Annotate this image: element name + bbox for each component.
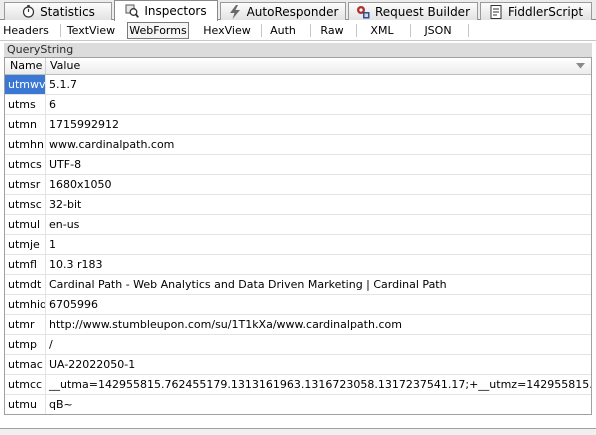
- param-name-cell[interactable]: utmp: [5, 335, 46, 354]
- magnifier-icon: [125, 4, 140, 18]
- param-name-cell[interactable]: utmn: [5, 115, 46, 134]
- table-row[interactable]: utmr http://www.stumbleupon.com/su/1T1kXa…: [5, 315, 591, 335]
- param-value-cell[interactable]: 6: [46, 95, 591, 114]
- script-icon: [489, 4, 503, 19]
- tab-request-builder[interactable]: Request Builder: [348, 2, 478, 20]
- sort-arrow-icon[interactable]: [575, 61, 585, 71]
- tab-textview[interactable]: TextView: [64, 22, 118, 39]
- tab-label: Statistics: [40, 4, 95, 19]
- param-value-cell[interactable]: /: [46, 335, 591, 354]
- table-row[interactable]: utmhn www.cardinalpath.com: [5, 135, 591, 155]
- tab-inspectors[interactable]: Inspectors: [114, 0, 218, 21]
- grid-header: Name Value: [5, 58, 591, 75]
- tab-auth[interactable]: Auth: [265, 22, 301, 39]
- table-row[interactable]: utmdt Cardinal Path - Web Analytics and D…: [5, 275, 591, 295]
- table-row[interactable]: utmwv 5.1.7: [5, 75, 591, 95]
- grid-rows: utmwv 5.1.7 utms 6 utmn 1715992912 utmhn www.ca…: [5, 75, 591, 414]
- param-name-cell[interactable]: utmr: [5, 315, 46, 334]
- tab-webforms[interactable]: WebForms: [127, 22, 189, 39]
- param-name-cell[interactable]: utmje: [5, 235, 46, 254]
- param-value-cell[interactable]: UA-22022050-1: [46, 355, 591, 374]
- tab-statistics[interactable]: Statistics: [4, 2, 112, 20]
- table-row[interactable]: utmsc 32-bit: [5, 195, 591, 215]
- table-row[interactable]: utmul en-us: [5, 215, 591, 235]
- lightning-icon: [228, 4, 242, 19]
- tab-json[interactable]: JSON: [416, 22, 460, 39]
- param-name-cell[interactable]: utmsr: [5, 175, 46, 194]
- param-name-cell[interactable]: utmac: [5, 355, 46, 374]
- querystring-section-title: QueryString: [4, 43, 592, 57]
- param-name-cell[interactable]: utms: [5, 95, 46, 114]
- tab-label: Inspectors: [144, 4, 207, 18]
- param-value-cell[interactable]: 1: [46, 235, 591, 254]
- table-row[interactable]: utmu qB~: [5, 395, 591, 414]
- tab-divider: [356, 24, 357, 37]
- table-row[interactable]: utmcc __utma=142955815.762455179.13131619…: [5, 375, 591, 395]
- param-value-cell[interactable]: www.cardinalpath.com: [46, 135, 591, 154]
- inspector-view-tabs: Headers TextView WebForms HexView Auth R…: [0, 20, 596, 41]
- column-header-value[interactable]: Value: [46, 58, 591, 74]
- param-value-cell[interactable]: http://www.stumbleupon.com/su/1T1kXa/www…: [46, 315, 591, 334]
- tab-label: FiddlerScript: [507, 4, 584, 19]
- param-value-cell[interactable]: 32-bit: [46, 195, 591, 214]
- param-name-cell[interactable]: utmfl: [5, 255, 46, 274]
- param-name-cell[interactable]: utmdt: [5, 275, 46, 294]
- param-name-cell[interactable]: utmsc: [5, 195, 46, 214]
- tab-headers[interactable]: Headers: [1, 22, 51, 39]
- param-name-cell[interactable]: utmcc: [5, 375, 46, 394]
- querystring-grid[interactable]: Name Value utmwv 5.1.7 utms 6 utmn 1715992912…: [4, 57, 592, 415]
- table-row[interactable]: utmje 1: [5, 235, 591, 255]
- param-name-cell[interactable]: utmhid: [5, 295, 46, 314]
- param-value-cell[interactable]: qB~: [46, 395, 591, 414]
- tab-divider: [310, 24, 311, 37]
- table-row[interactable]: utmhid 6705996: [5, 295, 591, 315]
- param-value-cell[interactable]: Cardinal Path - Web Analytics and Data D…: [46, 275, 591, 294]
- tab-hexview[interactable]: HexView: [200, 22, 254, 39]
- param-value-cell[interactable]: __utma=142955815.762455179.1313161963.13…: [46, 375, 591, 394]
- param-value-cell[interactable]: 1715992912: [46, 115, 591, 134]
- table-row[interactable]: utmp /: [5, 335, 591, 355]
- tab-divider: [261, 24, 262, 37]
- tab-raw[interactable]: Raw: [314, 22, 350, 39]
- table-row[interactable]: utmn 1715992912: [5, 115, 591, 135]
- builder-icon: [356, 5, 370, 19]
- stopwatch-icon: [21, 5, 35, 19]
- param-value-cell[interactable]: 1680x1050: [46, 175, 591, 194]
- param-value-cell[interactable]: en-us: [46, 215, 591, 234]
- tab-label: AutoResponder: [246, 4, 339, 19]
- param-value-cell[interactable]: 6705996: [46, 295, 591, 314]
- param-name-cell[interactable]: utmcs: [5, 155, 46, 174]
- param-name-cell[interactable]: utmwv: [5, 75, 46, 94]
- tab-fiddlerscript[interactable]: FiddlerScript: [480, 2, 592, 20]
- tab-divider: [468, 24, 469, 37]
- param-name-cell[interactable]: utmul: [5, 215, 46, 234]
- inspector-tab-strip: Statistics Inspectors AutoResponder Requ…: [0, 0, 596, 21]
- table-row[interactable]: utmac UA-22022050-1: [5, 355, 591, 375]
- table-row[interactable]: utms 6: [5, 95, 591, 115]
- tab-divider: [410, 24, 411, 37]
- tab-xml[interactable]: XML: [362, 22, 402, 39]
- tab-divider: [60, 24, 61, 37]
- param-name-cell[interactable]: utmhn: [5, 135, 46, 154]
- param-value-cell[interactable]: UTF-8: [46, 155, 591, 174]
- table-row[interactable]: utmfl 10.3 r183: [5, 255, 591, 275]
- table-row[interactable]: utmcs UTF-8: [5, 155, 591, 175]
- tab-autoresponder[interactable]: AutoResponder: [220, 2, 346, 20]
- param-value-cell[interactable]: 5.1.7: [46, 75, 591, 94]
- table-row[interactable]: utmsr 1680x1050: [5, 175, 591, 195]
- param-name-cell[interactable]: utmu: [5, 395, 46, 414]
- param-value-cell[interactable]: 10.3 r183: [46, 255, 591, 274]
- column-header-name[interactable]: Name: [5, 58, 46, 74]
- tab-label: Request Builder: [375, 4, 470, 19]
